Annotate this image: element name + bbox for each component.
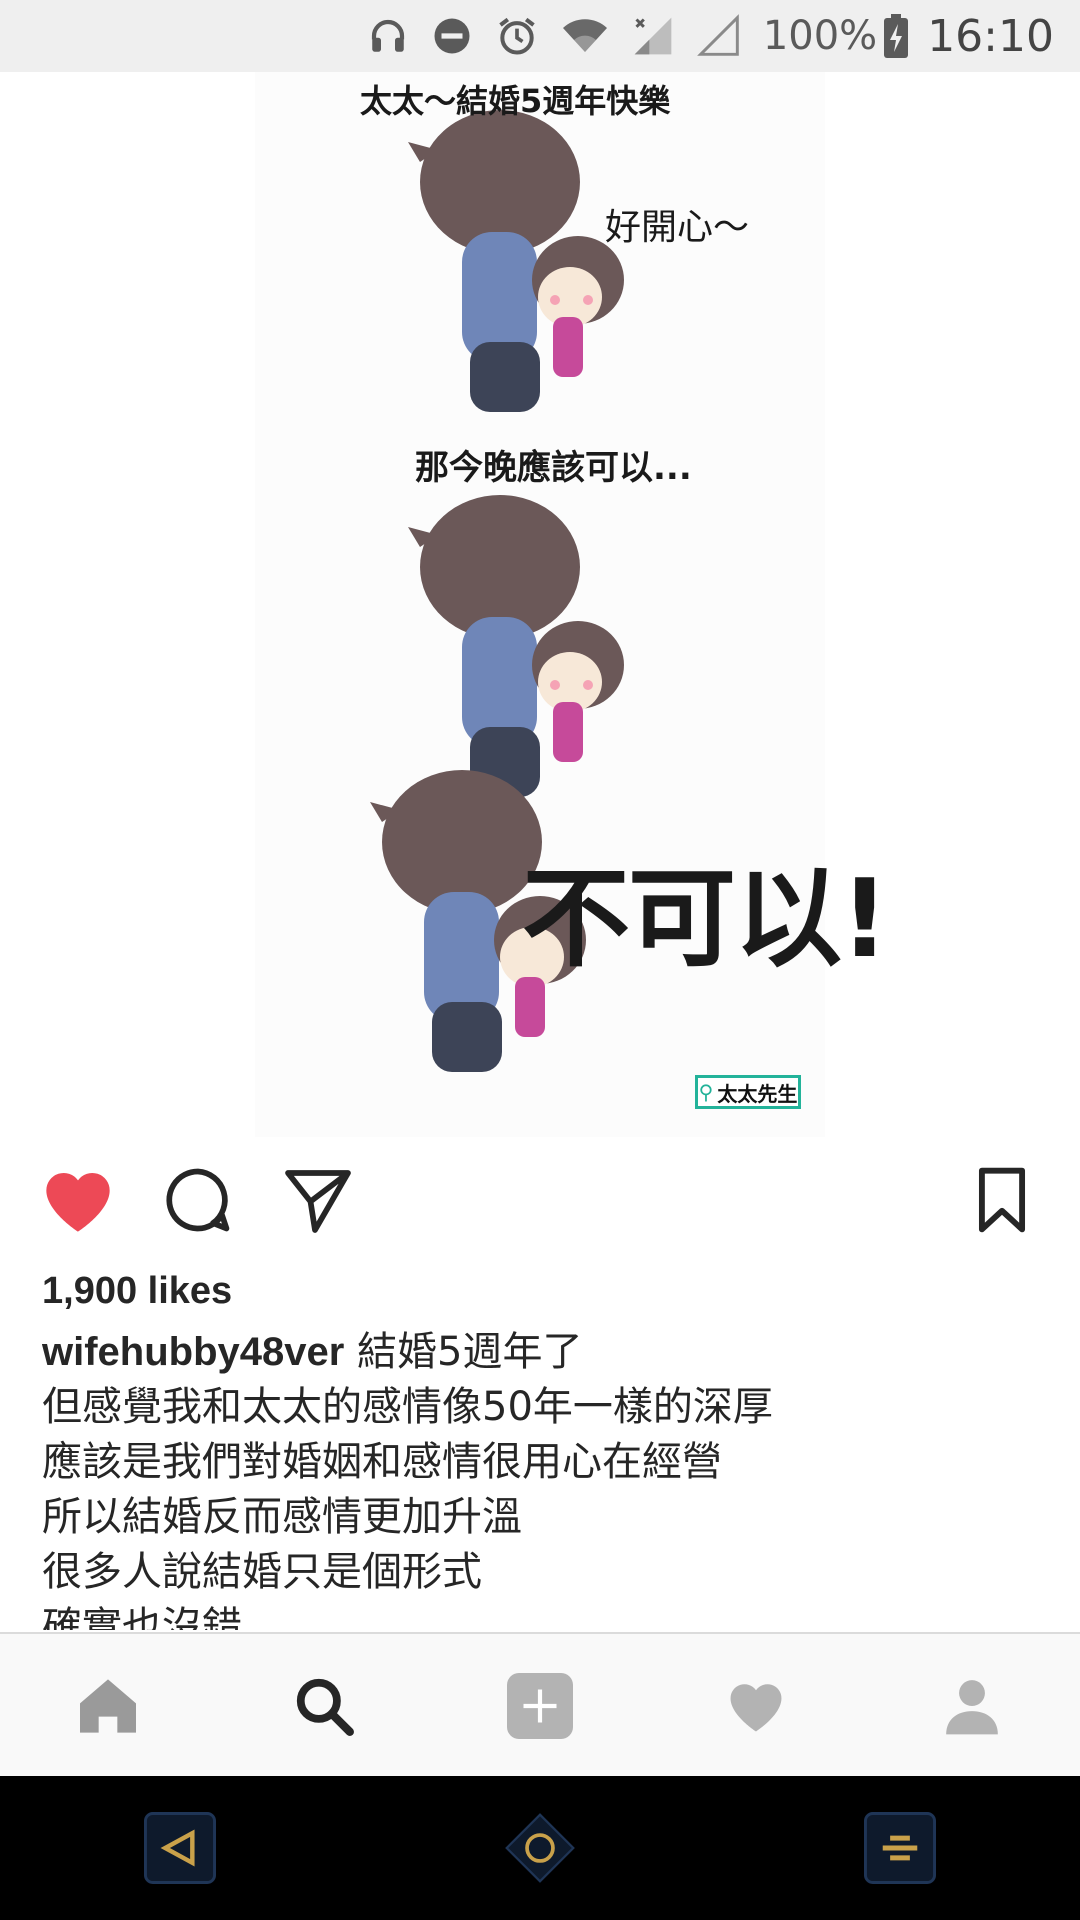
comment-icon[interactable] — [158, 1160, 238, 1240]
caption-text: 結婚5週年了 — [357, 1329, 583, 1375]
caption-line: 所以結婚反而感情更加升溫 — [42, 1494, 522, 1540]
status-bar: 100% 16:10 — [0, 0, 1080, 72]
caption-line: 應該是我們對婚姻和感情很用心在經營 — [42, 1439, 722, 1485]
nav-add-post-icon[interactable] — [490, 1656, 590, 1756]
nav-activity-heart-icon[interactable] — [706, 1656, 806, 1756]
battery-charging-icon — [883, 14, 909, 58]
likes-count[interactable]: 1,900 likes — [42, 1270, 232, 1313]
caption-line: 但感覺我和太太的感情像50年一樣的深厚 — [42, 1384, 773, 1430]
bookmark-icon[interactable] — [962, 1160, 1042, 1240]
caption-line: 很多人說結婚只是個形式 — [42, 1549, 482, 1595]
wifi-icon — [561, 15, 609, 57]
battery-text: 100% — [762, 13, 878, 59]
system-nav — [0, 1776, 1080, 1920]
caption-line: 確實也沒錯 — [42, 1604, 242, 1630]
recents-icon[interactable] — [863, 1811, 937, 1885]
post-actions — [0, 1160, 1080, 1260]
signal-icon — [631, 14, 675, 58]
caption-username[interactable]: wifehubby48ver — [42, 1330, 344, 1374]
nav-profile-icon[interactable] — [922, 1656, 1022, 1756]
alarm-icon — [495, 14, 539, 58]
nav-home-icon[interactable] — [58, 1656, 158, 1756]
post-caption: wifehubby48ver 結婚5週年了 但感覺我和太太的感情像50年一樣的深… — [42, 1325, 1042, 1630]
caption-first-line: wifehubby48ver 結婚5週年了 — [42, 1325, 1042, 1380]
nav-search-icon[interactable] — [274, 1656, 374, 1756]
home-button-icon[interactable] — [503, 1811, 577, 1885]
no-signal-icon — [696, 14, 741, 58]
comic-panel1-title: 太太～結婚5週年快樂 — [360, 82, 671, 120]
share-send-icon[interactable] — [278, 1160, 358, 1240]
bottom-nav — [0, 1632, 1080, 1778]
watermark-text: 太太先生 — [717, 1081, 798, 1106]
post-image[interactable]: 太太～結婚5週年快樂 好開心～ 那今晚應該可以... 不可以! ⚲ 太太先生 — [0, 72, 1080, 1137]
do-not-disturb-icon — [431, 15, 473, 57]
comic-panel1-speech: 好開心～ — [605, 207, 750, 248]
like-heart-icon[interactable] — [38, 1160, 118, 1240]
headphones-icon — [367, 15, 409, 57]
back-icon[interactable] — [143, 1811, 217, 1885]
clock: 16:10 — [927, 10, 1054, 62]
comic-panel2-title: 那今晚應該可以... — [415, 448, 692, 488]
comic-panel3-speech: 不可以! — [522, 857, 889, 982]
watermark-badge: ⚲ 太太先生 — [695, 1075, 801, 1109]
